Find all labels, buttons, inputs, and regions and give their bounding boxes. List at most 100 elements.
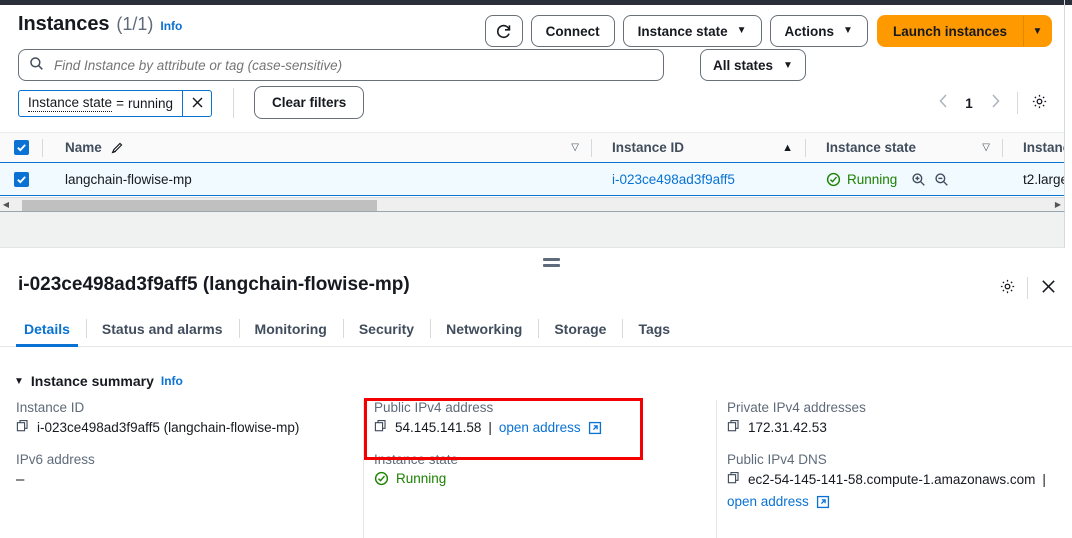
summary-column-middle: Public IPv4 address 54.145.141.58 | open… [374, 400, 714, 538]
connect-label: Connect [545, 23, 600, 39]
instance-summary-header: ▼ Instance summary Info [14, 373, 183, 389]
zoom-out-icon[interactable] [934, 172, 949, 187]
field-private-ipv4-addresses-value-row: 172.31.42.53 [727, 419, 1072, 436]
search-box[interactable] [18, 49, 664, 81]
scroll-right-arrow-icon[interactable]: ▶ [1052, 200, 1064, 209]
filter-token-operator: = [116, 96, 124, 111]
detail-close-button[interactable] [1033, 274, 1063, 302]
drag-handle-icon[interactable] [543, 258, 560, 270]
all-states-dropdown[interactable]: All states ▼ [700, 49, 806, 81]
scroll-left-arrow-icon[interactable]: ◀ [0, 200, 12, 209]
column-header-instance-id-label: Instance ID [612, 140, 685, 155]
pagination: 1 [928, 88, 1053, 118]
refresh-button[interactable] [484, 15, 523, 47]
instances-grid: Name ▽ Instance ID ▲ Instance state ▽ In… [0, 132, 1064, 196]
tab-storage[interactable]: Storage [538, 311, 622, 346]
summary-column-divider [716, 400, 717, 538]
column-sort-instance-state[interactable]: ▽ [982, 142, 990, 153]
scrollbar-thumb[interactable] [22, 199, 377, 211]
column-header-name[interactable]: Name ▽ [43, 140, 591, 155]
filter-token-instance-state[interactable]: Instance state = running [18, 90, 212, 117]
copy-icon[interactable] [16, 419, 30, 436]
column-header-instance-type[interactable]: Instance type [1003, 140, 1064, 155]
row-select-checkbox[interactable] [13, 171, 29, 187]
detail-panel-actions [992, 274, 1063, 302]
column-header-instance-state[interactable]: Instance state ▽ [806, 140, 1002, 155]
clear-filters-label: Clear filters [272, 95, 347, 110]
external-link-icon[interactable] [816, 495, 830, 509]
copy-icon[interactable] [374, 419, 388, 436]
tab-monitoring[interactable]: Monitoring [238, 311, 343, 346]
field-ipv6-address: IPv6 address – [16, 452, 361, 488]
search-input[interactable] [52, 56, 653, 74]
detail-panel-title: i-023ce498ad3f9aff5 (langchain-flowise-m… [18, 274, 410, 295]
field-instance-id-label: Instance ID [16, 400, 85, 415]
filter-token-label: Instance state = running [19, 91, 182, 116]
ec2-console: Instances (1/1) Info Connect Instance st… [0, 0, 1072, 538]
external-link-icon[interactable] [588, 421, 602, 435]
table-preferences-button[interactable] [1025, 89, 1053, 117]
chevron-down-icon: ▼ [736, 25, 747, 36]
pencil-icon[interactable] [110, 141, 124, 155]
field-ipv6-address-label: IPv6 address [16, 452, 95, 467]
actions-dropdown[interactable]: Actions ▼ [769, 15, 868, 47]
filter-divider [233, 88, 234, 118]
filter-token-property: Instance state [28, 95, 113, 112]
field-public-ipv4-address-value-row: 54.145.141.58 | open address [374, 419, 714, 436]
pagination-prev-button[interactable] [928, 88, 958, 118]
instance-state-label: Instance state [637, 23, 728, 39]
copy-icon[interactable] [727, 419, 741, 436]
zoom-in-icon[interactable] [911, 172, 926, 187]
chevron-right-icon [991, 94, 1000, 112]
summary-column-left: Instance ID i-023ce498ad3f9aff5 (langcha… [16, 400, 361, 538]
tab-security-label: Security [358, 320, 415, 337]
tab-security[interactable]: Security [342, 311, 430, 346]
instance-state-dropdown[interactable]: Instance state ▼ [622, 15, 762, 47]
public-ipv4-open-address-link[interactable]: open address [499, 420, 581, 435]
field-public-ipv4-address: Public IPv4 address 54.145.141.58 | open… [374, 400, 714, 436]
pagination-page-1[interactable]: 1 [958, 96, 980, 111]
field-private-ipv4-addresses-label: Private IPv4 addresses [727, 400, 866, 415]
tab-networking[interactable]: Networking [430, 311, 538, 346]
tab-status-and-alarms[interactable]: Status and alarms [85, 311, 239, 346]
pagination-divider [1017, 92, 1018, 114]
column-header-name-label: Name [65, 140, 102, 155]
field-instance-id-value-row: i-023ce498ad3f9aff5 (langchain-flowise-m… [16, 419, 361, 436]
chevron-down-icon[interactable]: ▼ [14, 376, 24, 387]
table-row[interactable]: langchain-flowise-mp i-023ce498ad3f9aff5… [0, 162, 1064, 196]
detail-settings-button[interactable] [992, 274, 1022, 302]
pagination-next-button[interactable] [980, 88, 1010, 118]
tab-tags[interactable]: Tags [622, 311, 686, 346]
filter-row: Instance state = running Clear filters 1 [0, 86, 1064, 128]
field-public-ipv4-dns-open-row: open address [727, 494, 1072, 509]
connect-button[interactable]: Connect [530, 15, 615, 47]
instance-summary-info-link[interactable]: Info [161, 374, 183, 388]
search-row: All states ▼ [0, 49, 1064, 85]
table-horizontal-scrollbar[interactable]: ◀ ▶ [0, 197, 1064, 211]
row-select-cell [0, 171, 42, 187]
launch-instances-button[interactable]: Launch instances [876, 15, 1023, 47]
scrollbar-track[interactable] [12, 198, 1052, 212]
column-header-instance-id[interactable]: Instance ID ▲ [592, 140, 805, 155]
chevron-down-icon: ▼ [783, 59, 793, 71]
tab-status-and-alarms-label: Status and alarms [101, 320, 223, 337]
public-dns-open-address-link[interactable]: open address [727, 494, 809, 509]
filter-token-remove-button[interactable] [182, 91, 211, 116]
launch-instances-dropdown[interactable]: ▼ [1023, 15, 1052, 47]
field-private-ipv4-addresses-value: 172.31.42.53 [748, 420, 827, 435]
clear-filters-button[interactable]: Clear filters [254, 86, 365, 119]
cell-instance-id-link[interactable]: i-023ce498ad3f9aff5 [612, 172, 735, 187]
column-sort-instance-id[interactable]: ▲ [782, 142, 793, 154]
select-all-checkbox[interactable] [13, 140, 29, 155]
copy-icon[interactable] [727, 471, 741, 488]
gear-icon [999, 278, 1016, 298]
column-sort-name[interactable]: ▽ [571, 142, 579, 153]
info-link[interactable]: Info [160, 19, 182, 33]
field-instance-id: Instance ID i-023ce498ad3f9aff5 (langcha… [16, 400, 361, 436]
launch-instances-label: Launch instances [892, 23, 1007, 39]
cell-instance-id: i-023ce498ad3f9aff5 [592, 172, 805, 187]
filter-token-value: running [127, 96, 173, 111]
page-title-text: Instances [18, 13, 110, 35]
tab-details[interactable]: Details [8, 311, 86, 347]
field-instance-state-value: Running [396, 471, 447, 486]
